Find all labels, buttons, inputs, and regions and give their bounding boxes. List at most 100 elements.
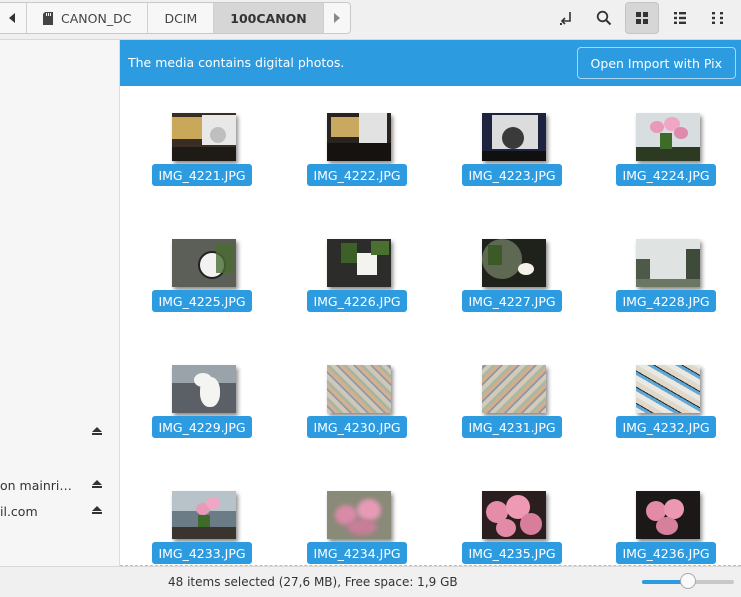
file-thumbnail (327, 239, 391, 287)
file-thumbnail (482, 113, 546, 161)
sidebar-item-network-1[interactable]: on mainri… (0, 475, 118, 497)
file-item[interactable]: IMG_4229.JPG (150, 338, 260, 448)
breadcrumb-100canon[interactable]: 100CANON (214, 3, 324, 33)
thumbnail-shape (482, 151, 546, 161)
thumbnail-shape (636, 147, 700, 161)
file-item[interactable]: IMG_4222.JPG (305, 86, 415, 196)
file-grid: IMG_4221.JPG IMG_4222.JPG IMG_4223.JPG IMG_… (120, 86, 741, 566)
thumbnail-shape (341, 243, 357, 263)
file-name: IMG_4230.JPG (307, 416, 407, 438)
file-item[interactable]: IMG_4232.JPG (614, 338, 724, 448)
sidebar-item-network-2[interactable]: il.com (0, 501, 118, 523)
file-thumbnail (482, 491, 546, 539)
file-thumbnail (172, 365, 236, 413)
list-view-icon (674, 12, 686, 24)
file-name: IMG_4233.JPG (152, 542, 252, 564)
thumbnail-shape (502, 127, 524, 149)
open-terminal-icon (560, 12, 571, 25)
file-name: IMG_4222.JPG (307, 164, 407, 186)
eject-icon[interactable] (92, 480, 102, 490)
file-thumbnail (172, 491, 236, 539)
open-import-button[interactable]: Open Import with Pix (576, 47, 736, 79)
thumbnail-shape (359, 113, 387, 145)
thumbnail-shape (172, 117, 202, 139)
thumbnail-shape (194, 373, 212, 387)
path-bar: CANON_DC DCIM 100CANON (0, 2, 351, 34)
thumbnail-shape (172, 147, 236, 161)
thumbnail-shape (656, 517, 678, 535)
file-thumbnail (482, 239, 546, 287)
open-terminal-button[interactable] (549, 2, 583, 34)
file-item[interactable]: IMG_4227.JPG (460, 212, 570, 322)
info-banner: The media contains digital photos. Open … (120, 40, 741, 86)
eject-icon[interactable] (92, 506, 102, 516)
sd-card-icon (43, 11, 53, 25)
thumbnail-shape (327, 365, 391, 413)
view-options-icon (712, 12, 723, 24)
thumbnail-shape (216, 243, 234, 273)
file-item[interactable]: IMG_4233.JPG (150, 464, 260, 566)
sidebar-item-label: on mainri… (0, 478, 72, 493)
banner-message: The media contains digital photos. (128, 55, 345, 70)
breadcrumb-canon-dc[interactable]: CANON_DC (27, 3, 149, 33)
file-item[interactable]: IMG_4225.JPG (150, 212, 260, 322)
list-view-button[interactable] (663, 2, 697, 34)
file-item[interactable]: IMG_4230.JPG (305, 338, 415, 448)
thumbnail-shape (520, 513, 542, 535)
file-item[interactable]: IMG_4226.JPG (305, 212, 415, 322)
file-thumbnail (327, 491, 391, 539)
file-thumbnail (636, 113, 700, 161)
status-bar: 48 items selected (27,6 MB), Free space:… (0, 566, 741, 597)
view-options-button[interactable] (701, 2, 735, 34)
file-item[interactable]: IMG_4235.JPG (460, 464, 570, 566)
thumbnail-shape (371, 241, 389, 255)
file-item[interactable]: IMG_4221.JPG (150, 86, 260, 196)
grid-view-button[interactable] (625, 2, 659, 34)
thumbnail-shape (674, 127, 688, 139)
thumbnail-shape (488, 245, 502, 265)
sidebar-item-label: il.com (0, 504, 38, 519)
file-item[interactable]: IMG_4224.JPG (614, 86, 724, 196)
thumbnail-shape (331, 117, 359, 137)
file-item[interactable]: IMG_4223.JPG (460, 86, 570, 196)
sidebar: on mainri… il.com (0, 40, 120, 566)
thumbnail-shape (172, 527, 236, 539)
breadcrumb-label: CANON_DC (61, 10, 132, 26)
thumbnail-shape (636, 279, 700, 287)
file-name: IMG_4235.JPG (462, 542, 562, 564)
thumbnail-shape (327, 143, 391, 161)
file-name: IMG_4228.JPG (616, 290, 716, 312)
zoom-slider[interactable] (642, 573, 736, 591)
breadcrumb-label: DCIM (164, 10, 198, 26)
header-bar: CANON_DC DCIM 100CANON (0, 0, 741, 40)
search-button[interactable] (587, 2, 621, 34)
file-name: IMG_4232.JPG (616, 416, 716, 438)
thumbnail-shape (650, 121, 664, 133)
sidebar-item-device[interactable] (0, 422, 118, 444)
forward-arrow-icon[interactable] (324, 3, 350, 33)
file-thumbnail (172, 113, 236, 161)
zoom-handle[interactable] (680, 573, 696, 589)
thumbnail-shape (347, 519, 377, 535)
file-item[interactable]: IMG_4228.JPG (614, 212, 724, 322)
grid-view-icon (636, 12, 648, 24)
file-thumbnail (327, 365, 391, 413)
file-thumbnail (636, 239, 700, 287)
back-arrow-icon[interactable] (0, 3, 27, 33)
eject-icon[interactable] (92, 427, 102, 437)
file-item[interactable]: IMG_4234.JPG (305, 464, 415, 566)
file-name: IMG_4236.JPG (616, 542, 716, 564)
file-name: IMG_4224.JPG (616, 164, 716, 186)
file-name: IMG_4229.JPG (152, 416, 252, 438)
file-item[interactable]: IMG_4231.JPG (460, 338, 570, 448)
file-name: IMG_4221.JPG (152, 164, 252, 186)
file-name: IMG_4223.JPG (462, 164, 562, 186)
thumbnail-shape (357, 253, 377, 275)
file-name: IMG_4227.JPG (462, 290, 562, 312)
breadcrumb-dcim[interactable]: DCIM (148, 3, 215, 33)
file-item[interactable]: IMG_4236.JPG (614, 464, 724, 566)
thumbnail-shape (496, 519, 516, 537)
thumbnail-shape (664, 499, 684, 519)
file-thumbnail (636, 491, 700, 539)
file-thumbnail (636, 365, 700, 413)
